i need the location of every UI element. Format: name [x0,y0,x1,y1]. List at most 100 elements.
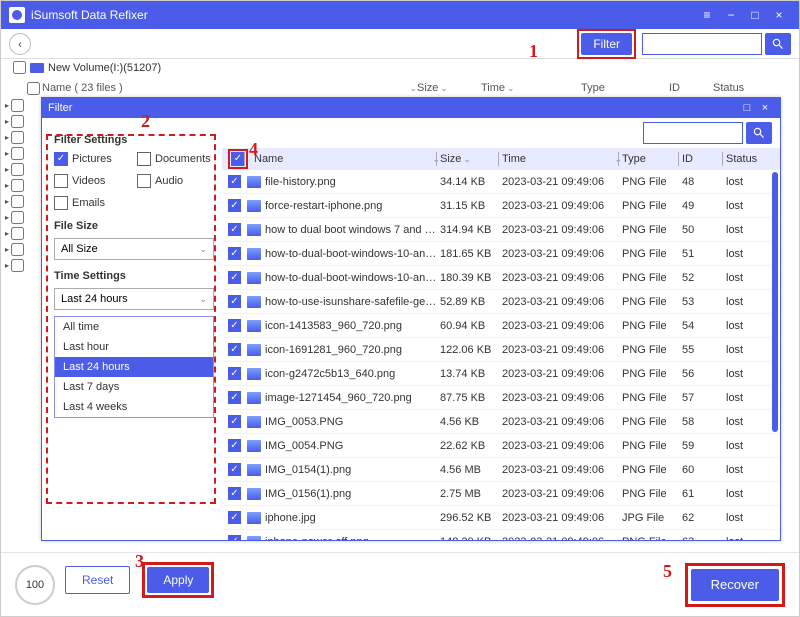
tree-item[interactable]: ▸ [5,177,41,193]
filter-type-pictures[interactable]: Pictures [54,152,131,166]
table-row[interactable]: iphone.jpg296.52 KB2023-03-21 09:49:06JP… [222,506,780,530]
table-row[interactable]: how-to-use-isunshare-safefile-genius.p52… [222,290,780,314]
row-checkbox[interactable] [228,175,241,188]
row-checkbox[interactable] [228,439,241,452]
filter-panel-title: Filter [48,102,72,114]
tree-item[interactable]: ▸ [5,193,41,209]
table-row[interactable]: icon-1413583_960_720.png60.94 KB2023-03-… [222,314,780,338]
filter-type-audio[interactable]: Audio [137,174,214,188]
col-status[interactable]: Status [726,153,757,165]
reset-button[interactable]: Reset [65,566,130,594]
filter-type-videos[interactable]: Videos [54,174,131,188]
col-type[interactable]: Type [622,153,646,165]
filter-type-emails[interactable]: Emails [54,196,131,210]
cell-type: PNG File [622,296,682,308]
cell-type: PNG File [622,272,682,284]
cell-size: 181.65 KB [440,248,502,260]
maximize-icon[interactable]: □ [743,5,767,25]
checkbox-icon[interactable] [54,196,68,210]
cell-time: 2023-03-21 09:49:06 [502,392,622,404]
search-input[interactable] [642,33,762,55]
row-checkbox[interactable] [228,247,241,260]
checkbox-icon[interactable] [137,152,151,166]
filter-type-documents[interactable]: Documents [137,152,214,166]
row-checkbox[interactable] [228,343,241,356]
col-size[interactable]: Size [440,153,461,165]
row-checkbox[interactable] [228,463,241,476]
col-id[interactable]: ID [682,153,693,165]
row-checkbox[interactable] [228,271,241,284]
table-row[interactable]: how-to-dual-boot-windows-10-and-wi181.65… [222,242,780,266]
scrollbar[interactable] [772,172,778,432]
tree-item[interactable]: ▸ [5,225,41,241]
row-checkbox[interactable] [228,391,241,404]
apply-button[interactable]: Apply [147,567,209,593]
tree-item[interactable]: ▸ [5,257,41,273]
menu-icon[interactable]: ≡ [695,5,719,25]
table-row[interactable]: IMG_0053.PNG4.56 KB2023-03-21 09:49:06PN… [222,410,780,434]
table-row[interactable]: file-history.png34.14 KB2023-03-21 09:49… [222,170,780,194]
row-checkbox[interactable] [228,415,241,428]
row-checkbox[interactable] [228,487,241,500]
tree-item[interactable]: ▸ [5,241,41,257]
col-name[interactable]: Name [254,153,283,165]
table-row[interactable]: IMG_0154(1).png4.56 MB2023-03-21 09:49:0… [222,458,780,482]
filter-settings-title: Filter Settings [54,134,214,146]
filter-maximize-icon[interactable]: □ [738,102,756,114]
time-settings-title: Time Settings [54,270,214,282]
filter-close-icon[interactable]: × [756,102,774,114]
time-option[interactable]: Last 24 hours [55,357,213,377]
table-row[interactable]: how to dual boot windows 7 and windo314.… [222,218,780,242]
col-time[interactable]: Time [502,153,526,165]
tree-item[interactable]: ▸ [5,161,41,177]
time-settings-select[interactable]: Last 24 hours ⌄ [54,288,214,310]
row-checkbox[interactable] [228,319,241,332]
filter-search-button[interactable] [746,122,772,144]
filter-button[interactable]: Filter [581,33,632,55]
row-checkbox[interactable] [228,367,241,380]
table-row[interactable]: icon-1691281_960_720.png122.06 KB2023-03… [222,338,780,362]
minimize-icon[interactable]: − [719,5,743,25]
filter-search-input[interactable] [643,122,743,144]
chevron-down-icon: ⌄ [463,154,471,165]
cell-name: force-restart-iphone.png [265,200,440,212]
checkbox-icon[interactable] [137,174,151,188]
time-option[interactable]: All time [55,317,213,337]
tree-item[interactable]: ▸ [5,113,41,129]
table-row[interactable]: force-restart-iphone.png31.15 KB2023-03-… [222,194,780,218]
cell-size: 4.56 MB [440,464,502,476]
time-option[interactable]: Last 7 days [55,377,213,397]
row-checkbox[interactable] [228,535,241,540]
row-checkbox[interactable] [228,199,241,212]
row-checkbox[interactable] [228,295,241,308]
table-row[interactable]: iphone-power-off.png148.20 KB2023-03-21 … [222,530,780,540]
cell-time: 2023-03-21 09:49:06 [502,440,622,452]
checkbox-icon[interactable] [54,152,68,166]
cell-size: 31.15 KB [440,200,502,212]
filter-results-pane: Name⌄ Size⌄ Time⌄ Type ID Status file-hi… [222,118,780,540]
time-option[interactable]: Last 4 weeks [55,397,213,417]
table-row[interactable]: icon-g2472c5b13_640.png13.74 KB2023-03-2… [222,362,780,386]
file-size-select[interactable]: All Size ⌄ [54,238,214,260]
tree-item[interactable]: ▸ [5,209,41,225]
table-row[interactable]: IMG_0156(1).png2.75 MB2023-03-21 09:49:0… [222,482,780,506]
select-all-checkbox[interactable] [231,152,245,166]
search-button[interactable] [765,33,791,55]
table-row[interactable]: IMG_0054.PNG22.62 KB2023-03-21 09:49:06P… [222,434,780,458]
tree-item[interactable]: ▸ [5,129,41,145]
table-row[interactable]: image-1271454_960_720.png87.75 KB2023-03… [222,386,780,410]
recover-button[interactable]: Recover [691,569,779,601]
close-icon[interactable]: × [767,5,791,25]
bg-select-all[interactable] [27,82,40,95]
row-checkbox[interactable] [228,223,241,236]
back-button[interactable]: ‹ [9,33,31,55]
tree-item[interactable]: ▸ [5,97,41,113]
volume-checkbox[interactable] [13,61,26,74]
cell-name: how-to-use-isunshare-safefile-genius.p [265,296,440,308]
row-checkbox[interactable] [228,511,241,524]
checkbox-icon[interactable] [54,174,68,188]
time-option[interactable]: Last hour [55,337,213,357]
tree-item[interactable]: ▸ [5,145,41,161]
table-row[interactable]: how-to-dual-boot-windows-10-and-wi180.39… [222,266,780,290]
cell-size: 87.75 KB [440,392,502,404]
